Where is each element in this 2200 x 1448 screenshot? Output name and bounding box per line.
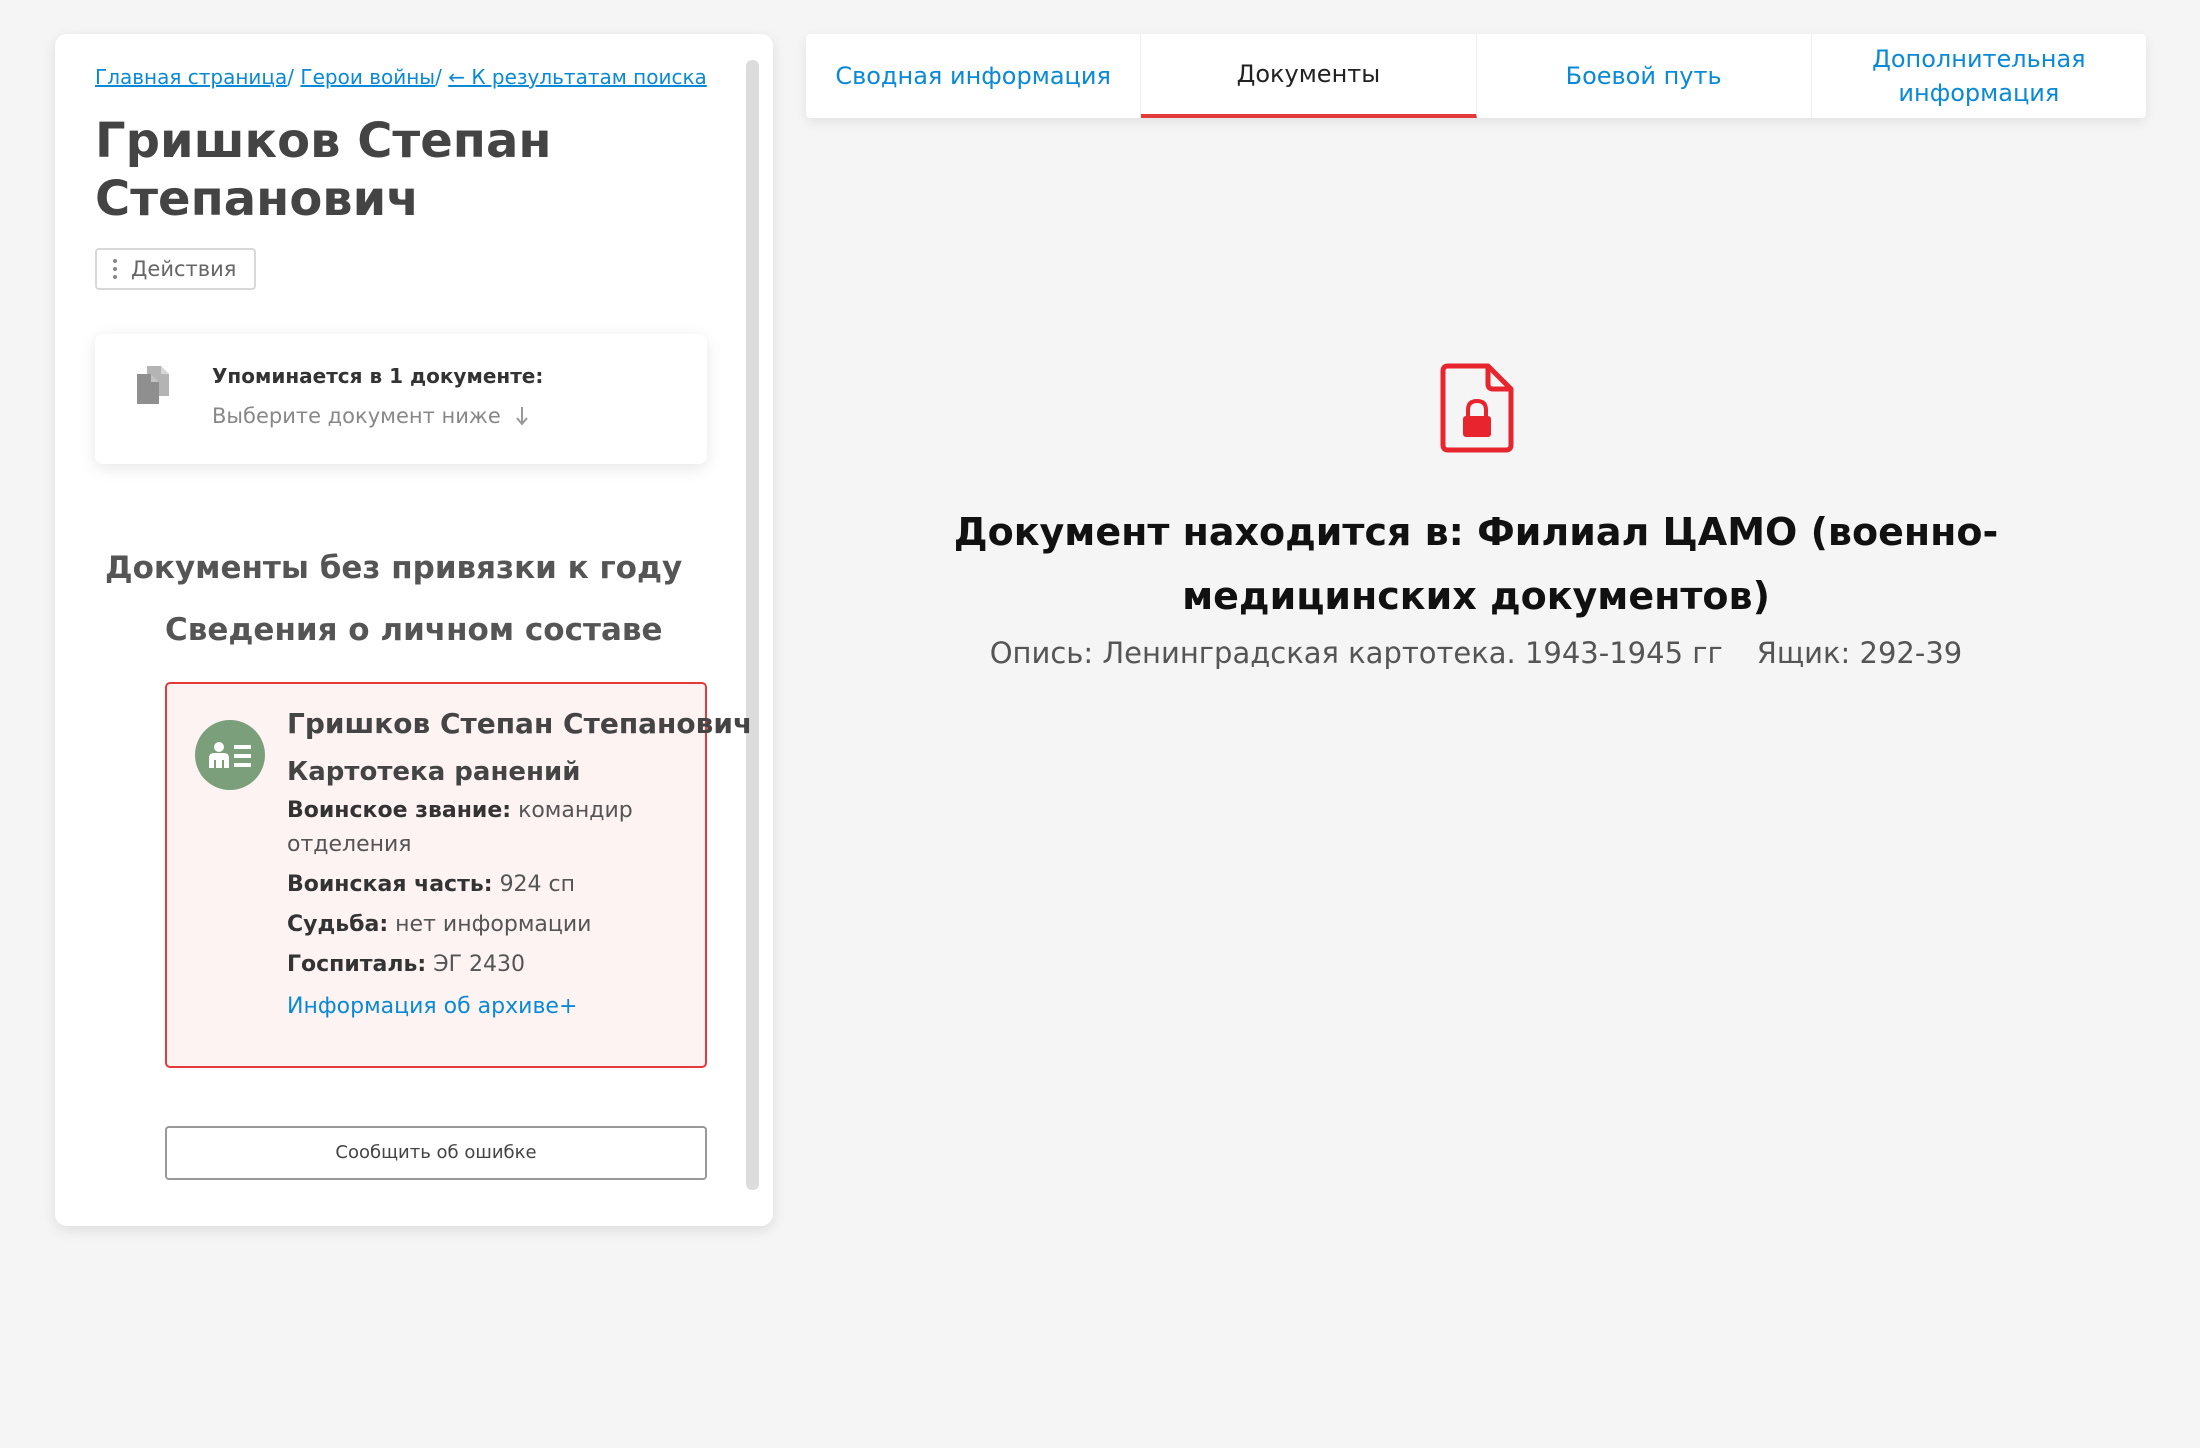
tab-documents[interactable]: Документы: [1141, 34, 1477, 118]
unit-value: 924 сп: [499, 872, 576, 897]
person-card-icon: [195, 720, 265, 794]
tab-additional-info[interactable]: Дополнительная информация: [1812, 34, 2146, 118]
hospital-label: Госпиталь:: [287, 952, 427, 977]
hospital-value: ЭГ 2430: [433, 952, 525, 977]
mentions-hint: Выберите документ ниже: [212, 404, 529, 428]
record-person-name: Гришков Степан Степанович: [287, 707, 753, 740]
document-location: Документ находится в: Филиал ЦАМО (военн…: [953, 510, 1999, 618]
actions-label: Действия: [131, 257, 237, 281]
mentions-hint-text: Выберите документ ниже: [212, 404, 501, 428]
unit-label: Воинская часть:: [287, 872, 493, 897]
fate-label: Судьба:: [287, 912, 389, 937]
breadcrumb: Главная страница/ Герои войны/ ← К резул…: [95, 62, 773, 92]
kebab-icon: [113, 259, 117, 279]
actions-button[interactable]: Действия: [95, 248, 257, 290]
record-hospital: Госпиталь: ЭГ 2430: [287, 948, 687, 982]
person-sidebar: Главная страница/ Герои войны/ ← К резул…: [55, 34, 773, 1226]
lock-file-icon: [1440, 363, 1514, 457]
tab-summary[interactable]: Сводная информация: [806, 34, 1142, 118]
report-error-button[interactable]: Сообщить об ошибке: [165, 1126, 707, 1180]
arrow-down-icon: [515, 406, 529, 426]
personnel-subsection-heading: Сведения о личном составе: [165, 612, 663, 648]
sidebar-scrollbar[interactable]: [746, 60, 759, 1190]
doc-stack-icon: [135, 364, 171, 410]
mentions-title: Упоминается в 1 документе:: [212, 364, 544, 388]
document-inventory: Опись: Ленинградская картотека. 1943-194…: [989, 636, 1723, 670]
document-meta: Опись: Ленинградская картотека. 1943-194…: [876, 636, 2076, 670]
documents-section-heading: Документы без привязки к году: [105, 550, 683, 586]
archive-info-link[interactable]: Информация об архиве+: [287, 990, 687, 1024]
record-type: Картотека ранений: [287, 757, 581, 787]
document-record-card[interactable]: Гришков Степан Степанович Картотека ране…: [165, 682, 753, 1068]
breadcrumb-separator: /: [287, 65, 295, 89]
breadcrumb-heroes-link[interactable]: Герои войны: [300, 65, 435, 89]
person-tabs: Сводная информация Документы Боевой путь…: [806, 34, 2146, 118]
back-to-results-link[interactable]: ← К результатам поиска: [448, 65, 707, 89]
record-unit: Воинская часть: 924 сп: [287, 868, 687, 902]
fate-value: нет информации: [395, 912, 592, 937]
mentions-card: Упоминается в 1 документе: Выберите доку…: [95, 334, 707, 464]
breadcrumb-home-link[interactable]: Главная страница: [95, 65, 287, 89]
record-rank: Воинское звание: командир отделения: [287, 794, 687, 862]
record-details: Гришков Степан Степанович Картотека ране…: [287, 706, 753, 1024]
tab-combat-path[interactable]: Боевой путь: [1477, 34, 1812, 118]
record-fate: Судьба: нет информации: [287, 908, 687, 942]
breadcrumb-separator: /: [435, 65, 442, 89]
rank-label: Воинское звание:: [287, 798, 512, 823]
document-box: Ящик: 292-39: [1756, 636, 1963, 670]
page-title: Гришков Степан Степанович: [95, 113, 552, 227]
